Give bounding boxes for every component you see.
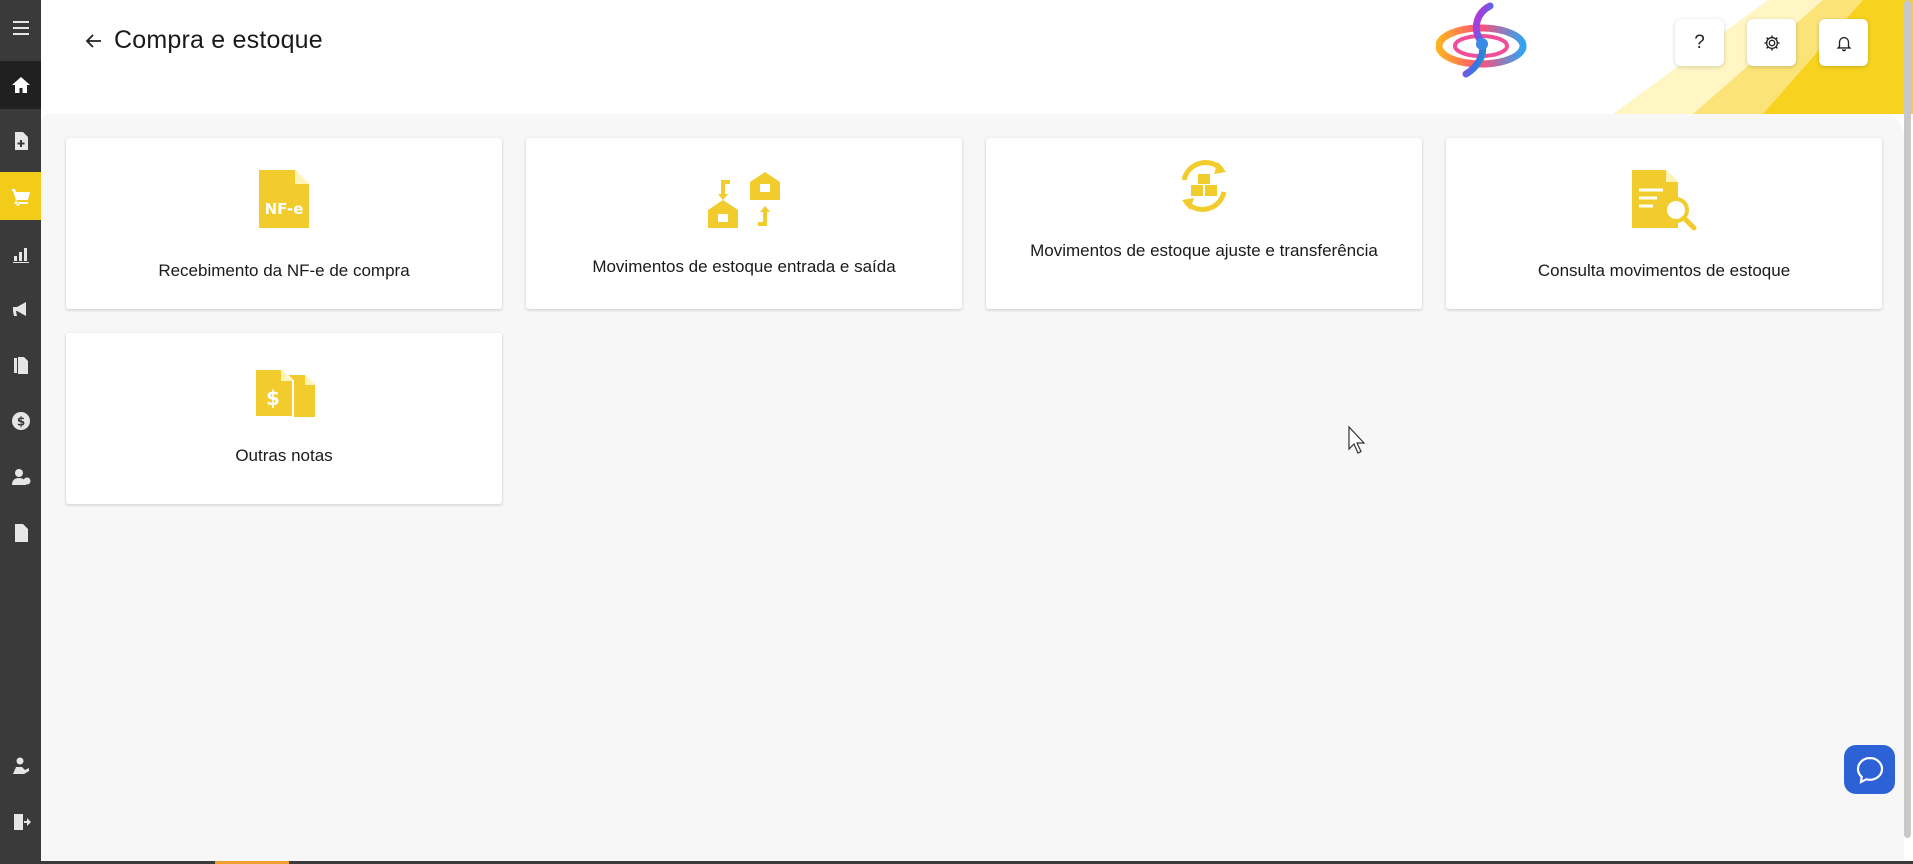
card-nfe-receipt[interactable]: NF-e Recebimento da NF-e de compra [66, 138, 502, 309]
files-icon [13, 357, 28, 374]
mouse-cursor-icon [1348, 426, 1366, 454]
page-title: Compra e estoque [114, 26, 323, 54]
card-label: Consulta movimentos de estoque [1537, 261, 1791, 280]
chat-button[interactable] [1844, 745, 1895, 794]
card-label: Recebimento da NF-e de compra [158, 261, 410, 280]
document-plus-icon [14, 132, 28, 150]
card-stock-query[interactable]: Consulta movimentos de estoque [1446, 138, 1882, 309]
brand-logo [1436, 2, 1527, 78]
card-label: Movimentos de estoque entrada e saída [592, 257, 896, 276]
home-icon [11, 77, 30, 93]
sidebar-item-marketing[interactable] [0, 285, 41, 333]
card-stock-in-out[interactable]: Movimentos de estoque entrada e saída [526, 138, 962, 309]
back-button[interactable] [81, 28, 107, 54]
settings-button[interactable] [1747, 19, 1796, 66]
page-scrollbar[interactable] [1904, 0, 1911, 838]
notifications-button[interactable] [1819, 19, 1868, 66]
dollar-documents-icon: $ [254, 369, 315, 417]
chart-icon [12, 248, 29, 263]
arrow-left-icon [85, 34, 101, 48]
sidebar-item-documents[interactable] [0, 117, 41, 165]
card-other-notes[interactable]: $ Outras notas [66, 333, 502, 504]
boxes-refresh-icon [1181, 160, 1227, 212]
gear-icon [1763, 34, 1780, 51]
svg-text:NF-e: NF-e [265, 200, 304, 218]
card-label: Movimentos de estoque ajuste e transferê… [1030, 241, 1378, 260]
svg-text:$: $ [16, 415, 24, 429]
hand-heart-icon [12, 757, 29, 774]
nfe-document-icon: NF-e [259, 170, 309, 228]
user-money-icon [11, 469, 30, 485]
help-button[interactable]: ? [1675, 19, 1724, 66]
logout-icon [13, 814, 31, 830]
card-label: Outras notas [235, 446, 333, 465]
sidebar-item-logout[interactable] [0, 798, 41, 846]
svg-text:$: $ [266, 386, 280, 410]
megaphone-icon [12, 302, 26, 316]
content-area: NF-e Recebimento da NF-e de compra Movim… [41, 114, 1904, 861]
sidebar-item-file[interactable] [0, 509, 41, 557]
sidebar-item-finance[interactable]: $ [0, 397, 41, 445]
cart-icon [11, 189, 30, 206]
sidebar: $ [0, 0, 41, 864]
card-stock-adjust-transfer[interactable]: Movimentos de estoque ajuste e transferê… [986, 138, 1422, 309]
sidebar-item-reports[interactable] [0, 230, 41, 278]
sidebar-item-support[interactable] [0, 742, 41, 790]
sidebar-item-files[interactable] [0, 341, 41, 389]
dollar-coin-icon: $ [11, 412, 30, 430]
help-icon: ? [1694, 31, 1705, 53]
file-icon [14, 524, 28, 542]
bell-icon [1836, 36, 1851, 51]
menu-icon [12, 21, 29, 35]
sidebar-item-users[interactable] [0, 453, 41, 501]
document-search-icon [1632, 170, 1697, 231]
warehouse-transfer-icon [708, 172, 780, 228]
sidebar-item-purchase[interactable] [0, 172, 41, 220]
chat-bubble-icon [1856, 756, 1883, 784]
sidebar-menu-button[interactable] [0, 4, 41, 52]
sidebar-item-home[interactable] [0, 61, 41, 109]
header: Compra e estoque ? [41, 0, 1913, 114]
